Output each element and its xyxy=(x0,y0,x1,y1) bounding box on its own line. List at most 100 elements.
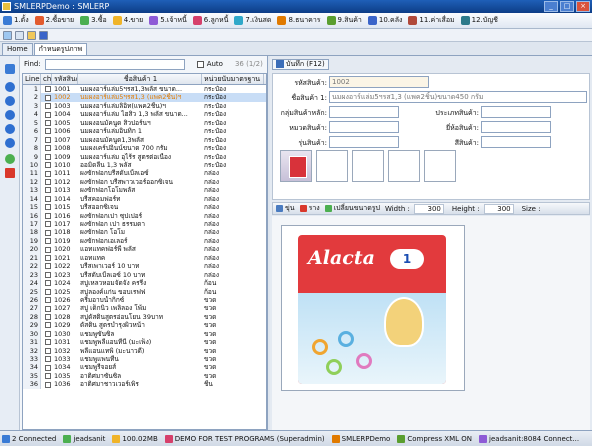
table-row[interactable]: 9 1009 นมผงอาร์แล่ม อุไร้ร สูตรต่อเนื่อง กร… xyxy=(23,152,266,161)
previous-record-icon[interactable] xyxy=(5,96,15,106)
minimize-button[interactable]: _ xyxy=(544,1,558,12)
table-row[interactable]: 20 1020 แอทแทคฟอร์พี พลัส กล่อง xyxy=(23,245,266,254)
menu-item-7[interactable]: 7.เงินสด xyxy=(234,15,271,26)
row-checkbox[interactable] xyxy=(41,304,52,312)
row-checkbox[interactable] xyxy=(41,102,52,110)
save-button[interactable]: บันทึก (F12) xyxy=(272,58,329,70)
tab-1[interactable]: Home xyxy=(2,43,33,55)
change-size-button[interactable]: เปลี่ยนขนาดรูป xyxy=(324,203,380,214)
thumbnail-5[interactable] xyxy=(424,150,456,182)
menu-item-6[interactable]: 6.ลูกหนี้ xyxy=(192,15,228,26)
thumbnail-4[interactable] xyxy=(388,150,420,182)
header-unit[interactable]: หน่วยนับมาตรฐาน xyxy=(202,74,264,84)
menu-item-2[interactable]: 2.ซื้อขาย xyxy=(34,15,74,26)
table-row[interactable]: 27 1027 สบู่ เด็กนิว เพลิลอง โพ้ม ขวด xyxy=(23,304,266,313)
row-checkbox[interactable] xyxy=(41,93,52,101)
row-checkbox[interactable] xyxy=(41,144,52,152)
table-row[interactable]: 1 1001 นมผงอาร์แล่ม5ฯรส1,3พลัส ขนาด... กระป… xyxy=(23,85,266,94)
table-row[interactable]: 32 1032 พลีแอนแทพิ (มะนาวดี) ขวด xyxy=(23,346,266,355)
header-name[interactable]: ชื่อสินค้า 1 xyxy=(78,74,202,84)
refresh-icon[interactable] xyxy=(3,30,12,40)
table-row[interactable]: 24 1024 สบู่เหลวหอมจัดจัง ครรี่ง ก้อน xyxy=(23,279,266,288)
refresh-icon[interactable] xyxy=(5,64,15,74)
row-checkbox[interactable] xyxy=(41,220,52,228)
menu-item-5[interactable]: 5.เจ้าหนี้ xyxy=(149,15,187,26)
confirm-icon[interactable] xyxy=(5,154,15,164)
table-row[interactable]: 35 1035 อาติศมาซันซิล ขวด xyxy=(23,371,266,381)
type-field[interactable] xyxy=(481,106,551,118)
thumbnail-3[interactable] xyxy=(352,150,384,182)
row-checkbox[interactable] xyxy=(41,228,52,236)
table-row[interactable]: 25 1025 สบู่ลองค์แก่น ขอบเรฟฟ ก้อน xyxy=(23,287,266,296)
table-row[interactable]: 33 1033 แชมพูแพนทีน ขวด xyxy=(23,355,266,364)
first-record-icon[interactable] xyxy=(5,82,15,92)
row-checkbox[interactable] xyxy=(41,254,52,262)
row-checkbox[interactable] xyxy=(41,237,52,245)
name-field[interactable]: นมผงอาร์แล่ม5ฯรส1,3 (แพค2ชิ้น)ขนาด450 กร… xyxy=(329,91,587,103)
menu-item-3[interactable]: 3.ซื้อ xyxy=(80,15,107,26)
model-field[interactable] xyxy=(329,136,399,148)
row-checkbox[interactable] xyxy=(41,203,52,211)
row-checkbox[interactable] xyxy=(41,245,52,253)
row-checkbox[interactable] xyxy=(41,279,52,287)
table-row[interactable]: 23 1023 บรีสดับเบิ้ลเอซ์ 10 บาท กล่อง xyxy=(23,270,266,280)
auto-checkbox[interactable] xyxy=(196,60,204,68)
down-record-icon[interactable] xyxy=(5,138,15,148)
color-field[interactable] xyxy=(481,136,551,148)
menu-item-10[interactable]: 10.คลัง xyxy=(367,15,402,26)
table-row[interactable]: 10 1010 ออมิดลีน 1,3 พลัส กระป๋อง xyxy=(23,160,266,170)
table-row[interactable]: 2 1002 นมผงอาร์แล่ม5ฯรส1,3 (แพค2ชิ้น)ฯ กระป… xyxy=(23,93,266,102)
table-row[interactable]: 8 1008 นมผงเคร์ปอินน์ขนาด 700 กรัม กระป๋อง xyxy=(23,144,266,153)
flag-icon[interactable] xyxy=(39,30,48,40)
row-checkbox[interactable] xyxy=(41,288,52,296)
table-row[interactable]: 12 1012 ผงซักฟอก บรีสพาวเวอร์ออกซิเจน กล่อง xyxy=(23,177,266,187)
next-record-icon[interactable] xyxy=(5,110,15,120)
row-checkbox[interactable] xyxy=(41,195,52,203)
row-checkbox[interactable] xyxy=(41,271,52,279)
zoom-in-button[interactable]: ขุ่น xyxy=(276,203,295,214)
close-button[interactable]: × xyxy=(576,1,590,12)
table-row[interactable]: 30 1030 แชมพูซันซิล ขวด xyxy=(23,329,266,339)
row-checkbox[interactable] xyxy=(41,153,52,161)
row-checkbox[interactable] xyxy=(41,321,52,329)
table-row[interactable]: 11 1011 ผงซักฟอกบรีสดับเบิ้ลเอซ์ กล่อง xyxy=(23,169,266,178)
table-row[interactable]: 28 1028 สบู่ดัสตินสูตรอ่อนโยน 39บาท ขวด xyxy=(23,312,266,322)
row-checkbox[interactable] xyxy=(41,169,52,177)
table-row[interactable]: 14 1014 บรีสคอมฟอร์ท กล่อง xyxy=(23,194,266,204)
table-row[interactable]: 5 1005 นมผงอนมัคนูด สิวปอร์นฯ กระป๋อง xyxy=(23,118,266,128)
product-photo[interactable]: Alacta 1 xyxy=(281,225,465,391)
table-row[interactable]: 21 1021 แอทแทค กล่อง xyxy=(23,253,266,263)
height-field[interactable]: 300 xyxy=(483,203,514,214)
row-checkbox[interactable] xyxy=(41,347,52,355)
table-row[interactable]: 6 1006 นมผงอาร์แล่มอินทิก 1 กระป๋อง xyxy=(23,127,266,136)
menu-item-9[interactable]: 9.สินค้า xyxy=(326,15,362,26)
table-row[interactable]: 29 1029 ดัสติน สูตรบำรุงผิวหน้า ขวด xyxy=(23,321,266,330)
row-checkbox[interactable] xyxy=(41,212,52,220)
table-row[interactable]: 17 1017 ผงซักฟอก เปา ธรรมดา กล่อง xyxy=(23,220,266,229)
row-checkbox[interactable] xyxy=(41,262,52,270)
menu-item-11[interactable]: 11.ค่าเสื่อม xyxy=(408,15,455,26)
last-record-icon[interactable] xyxy=(5,124,15,134)
row-checkbox[interactable] xyxy=(41,186,52,194)
menu-item-12[interactable]: 12.บัญชี xyxy=(460,15,498,26)
table-row[interactable]: 13 1013 ผงซักฟอกโอโมพลัส กล่อง xyxy=(23,186,266,195)
row-checkbox[interactable] xyxy=(41,380,52,388)
row-checkbox[interactable] xyxy=(41,110,52,118)
row-checkbox[interactable] xyxy=(41,136,52,144)
table-row[interactable]: 34 1034 แชมพูรีจอยส์ ขวด xyxy=(23,363,266,372)
row-checkbox[interactable] xyxy=(41,296,52,304)
group-main-field[interactable] xyxy=(329,106,399,118)
zoom-out-button[interactable]: ราง xyxy=(299,203,320,214)
thumbnail-1[interactable] xyxy=(280,150,312,182)
table-row[interactable]: 15 1015 บรีสออกซิเจน กล่อง xyxy=(23,203,266,212)
row-checkbox[interactable] xyxy=(41,119,52,127)
row-checkbox[interactable] xyxy=(41,313,52,321)
table-row[interactable]: 36 1036 อาติศมาชาวเวอร์เพิร ชิ้น xyxy=(23,380,266,389)
row-checkbox[interactable] xyxy=(41,161,52,169)
row-checkbox[interactable] xyxy=(41,338,52,346)
maximize-button[interactable]: □ xyxy=(560,1,574,12)
table-row[interactable]: 4 1004 นมผงอาร์แล่ม ไฮสิว 1,3 พลัส ขนาด...… xyxy=(23,110,266,119)
find-input[interactable] xyxy=(44,58,185,70)
menu-item-8[interactable]: 8.ธนาคาร xyxy=(277,15,321,26)
window-icon[interactable] xyxy=(15,30,24,40)
